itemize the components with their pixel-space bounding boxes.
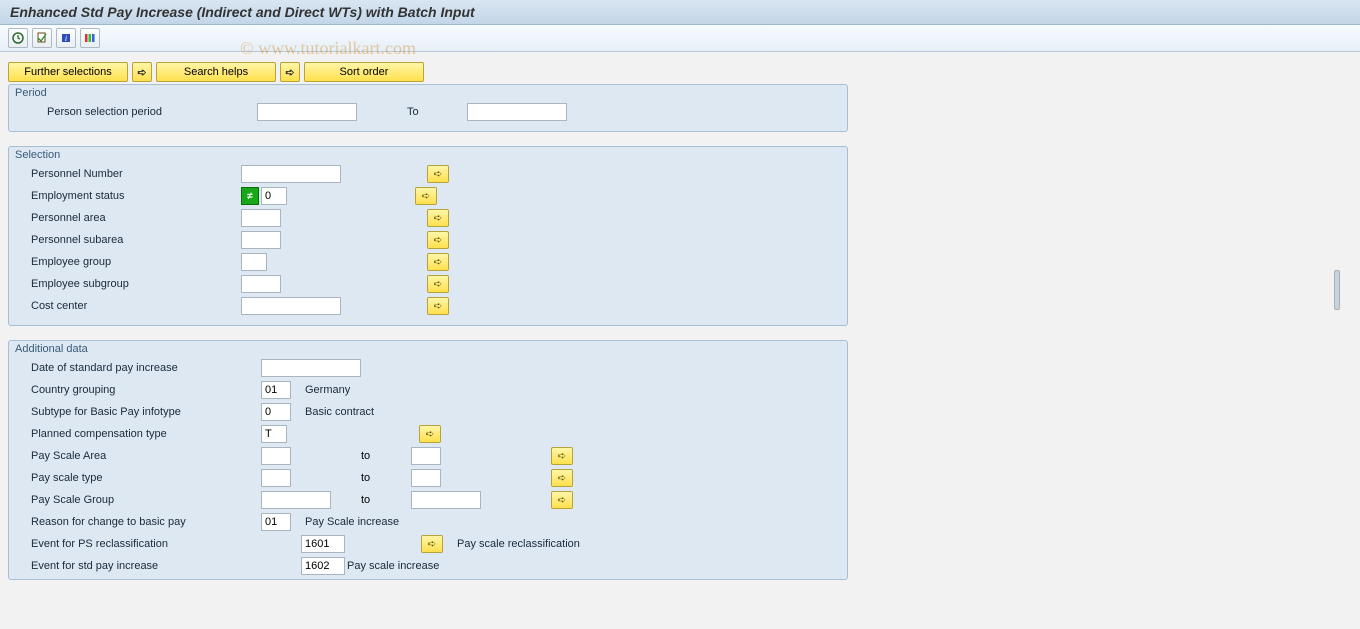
period-group: Period Person selection period To <box>8 84 848 132</box>
event-std-pay-input[interactable] <box>301 557 345 575</box>
to-label: To <box>407 106 467 118</box>
not-equal-icon[interactable]: ≠ <box>241 187 259 205</box>
window-title: Enhanced Std Pay Increase (Indirect and … <box>0 0 1360 25</box>
employee-group-label: Employee group <box>31 256 241 268</box>
multiple-selection-button[interactable]: ➪ <box>427 165 449 183</box>
group-title: Period <box>9 85 847 101</box>
subtype-desc: Basic contract <box>305 406 374 418</box>
execute-button[interactable] <box>8 28 28 48</box>
subtype-basic-pay-label: Subtype for Basic Pay infotype <box>31 406 261 418</box>
reason-change-input[interactable] <box>261 513 291 531</box>
to-label: to <box>291 450 411 462</box>
pay-scale-area-label: Pay Scale Area <box>31 450 261 462</box>
multiple-selection-button[interactable]: ➪ <box>415 187 437 205</box>
search-helps-button[interactable]: Search helps <box>156 62 276 82</box>
multiple-selection-button[interactable]: ➪ <box>551 469 573 487</box>
arrow-right-icon: ➪ <box>558 495 566 506</box>
arrow-right-icon: ➪ <box>422 191 430 202</box>
subtype-basic-pay-input[interactable] <box>261 403 291 421</box>
arrow-right-icon: ➪ <box>426 429 434 440</box>
date-std-pay-label: Date of standard pay increase <box>31 362 261 374</box>
cost-center-input[interactable] <box>241 297 341 315</box>
multiple-selection-button[interactable]: ➪ <box>427 253 449 271</box>
variant-icon <box>36 32 48 44</box>
secondary-scroll-handle[interactable] <box>1334 270 1340 310</box>
event-ps-reclass-input[interactable] <box>301 535 345 553</box>
reason-desc: Pay Scale increase <box>305 516 399 528</box>
period-from-input[interactable] <box>257 103 357 121</box>
personnel-area-input[interactable] <box>241 209 281 227</box>
multiple-selection-button[interactable]: ➪ <box>427 275 449 293</box>
pay-scale-type-label: Pay scale type <box>31 472 261 484</box>
content-area: Further selections ➪ Search helps ➪ Sort… <box>0 54 1360 629</box>
personnel-subarea-label: Personnel subarea <box>31 234 241 246</box>
multiple-selection-button[interactable]: ➪ <box>427 297 449 315</box>
get-variant-button[interactable] <box>32 28 52 48</box>
svg-text:i: i <box>65 34 67 43</box>
reason-change-label: Reason for change to basic pay <box>31 516 261 528</box>
additional-data-group: Additional data Date of standard pay inc… <box>8 340 848 580</box>
pay-scale-type-to-input[interactable] <box>411 469 441 487</box>
arrow-right-icon: ➪ <box>558 473 566 484</box>
arrow-right-icon: ➪ <box>434 169 442 180</box>
country-grouping-input[interactable] <box>261 381 291 399</box>
person-selection-period-label: Person selection period <box>31 106 257 118</box>
planned-comp-label: Planned compensation type <box>31 428 261 440</box>
info-button[interactable]: i <box>56 28 76 48</box>
pay-scale-group-to-input[interactable] <box>411 491 481 509</box>
personnel-area-label: Personnel area <box>31 212 241 224</box>
arrow-icon[interactable]: ➪ <box>280 62 300 82</box>
pay-scale-type-from-input[interactable] <box>261 469 291 487</box>
group-title: Selection <box>9 147 847 163</box>
pay-scale-group-label: Pay Scale Group <box>31 494 261 506</box>
selection-group: Selection Personnel Number ➪ Employment … <box>8 146 848 326</box>
pay-scale-group-from-input[interactable] <box>261 491 331 509</box>
cost-center-label: Cost center <box>31 300 241 312</box>
personnel-number-input[interactable] <box>241 165 341 183</box>
multiple-selection-button[interactable]: ➪ <box>551 447 573 465</box>
app-toolbar: i <box>0 25 1360 52</box>
color-bars-icon <box>84 32 96 44</box>
multiple-selection-button[interactable]: ➪ <box>427 209 449 227</box>
color-legend-button[interactable] <box>80 28 100 48</box>
selection-button-row: Further selections ➪ Search helps ➪ Sort… <box>8 62 1360 82</box>
to-label: to <box>291 472 411 484</box>
event-ps-desc: Pay scale reclassification <box>457 538 580 550</box>
pay-scale-area-from-input[interactable] <box>261 447 291 465</box>
personnel-number-label: Personnel Number <box>31 168 241 180</box>
pay-scale-area-to-input[interactable] <box>411 447 441 465</box>
event-ps-reclass-label: Event for PS reclassification <box>31 538 301 550</box>
arrow-right-icon: ➪ <box>434 301 442 312</box>
employment-status-label: Employment status <box>31 190 241 202</box>
employee-subgroup-input[interactable] <box>241 275 281 293</box>
arrow-right-icon: ➪ <box>434 257 442 268</box>
group-title: Additional data <box>9 341 847 357</box>
clock-execute-icon <box>12 32 24 44</box>
personnel-subarea-input[interactable] <box>241 231 281 249</box>
event-std-desc: Pay scale increase <box>347 560 439 572</box>
employee-subgroup-label: Employee subgroup <box>31 278 241 290</box>
arrow-icon[interactable]: ➪ <box>132 62 152 82</box>
arrow-right-icon: ➪ <box>428 539 436 550</box>
arrow-right-icon: ➪ <box>558 451 566 462</box>
employee-group-input[interactable] <box>241 253 267 271</box>
info-icon: i <box>60 32 72 44</box>
arrow-right-icon: ➪ <box>434 213 442 224</box>
period-to-input[interactable] <box>467 103 567 121</box>
multiple-selection-button[interactable]: ➪ <box>551 491 573 509</box>
arrow-right-icon: ➪ <box>434 235 442 246</box>
to-label: to <box>331 494 411 506</box>
employment-status-input[interactable] <box>261 187 287 205</box>
event-std-pay-label: Event for std pay increase <box>31 560 301 572</box>
multiple-selection-button[interactable]: ➪ <box>421 535 443 553</box>
sort-order-button[interactable]: Sort order <box>304 62 424 82</box>
multiple-selection-button[interactable]: ➪ <box>419 425 441 443</box>
country-grouping-label: Country grouping <box>31 384 261 396</box>
country-desc: Germany <box>305 384 350 396</box>
arrow-right-icon: ➪ <box>434 279 442 290</box>
date-std-pay-input[interactable] <box>261 359 361 377</box>
further-selections-button[interactable]: Further selections <box>8 62 128 82</box>
planned-comp-input[interactable] <box>261 425 287 443</box>
multiple-selection-button[interactable]: ➪ <box>427 231 449 249</box>
